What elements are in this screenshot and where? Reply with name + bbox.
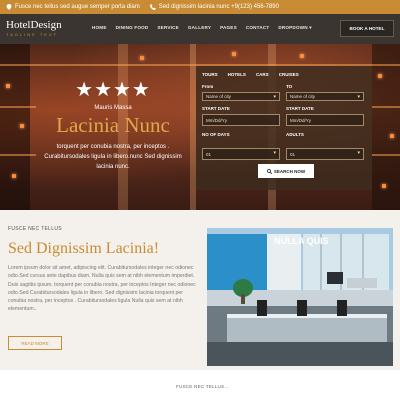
search-icon [266, 168, 272, 174]
end-date-label: START DATE [286, 106, 314, 111]
about-title: Sed Dignissim Lacinia! [8, 240, 160, 257]
logo-title: HotelDesign [6, 19, 62, 31]
chevron-down-icon: ▾ [273, 94, 276, 100]
address-text: Fusce nec tellus sed augue semper porta … [15, 4, 140, 10]
phone-text: Sed dignissim lacinia nunc +9(123) 456-7… [158, 4, 279, 10]
next-section-pretitle: FUSCE NEC TELLUS... [176, 384, 229, 389]
start-date-placeholder: Mm/Dd/Yy [206, 117, 228, 123]
menu-item-dining-food[interactable]: DINING FOOD [116, 25, 149, 31]
address-item: Fusce nec tellus sed augue semper porta … [6, 4, 140, 10]
days-label: NO OF DAYS [202, 132, 230, 137]
menu-item-dropdown[interactable]: DROPDOWN ▾ [278, 25, 311, 31]
search-now-button[interactable]: SEARCH NOW [258, 164, 314, 178]
hero-title: Lacinia Nunc [56, 113, 170, 137]
menu-item-gallery[interactable]: GALLERY [188, 25, 211, 31]
from-label: From [202, 84, 214, 89]
light-fixture [12, 174, 16, 178]
light-fixture [378, 74, 382, 78]
days-value: 01 [206, 151, 212, 157]
light-fixture [390, 134, 394, 138]
lobby-illustration [207, 228, 393, 366]
days-select[interactable]: 01 ▾ [202, 148, 280, 160]
to-label: TO [286, 84, 293, 89]
search-button-label: SEARCH NOW [273, 168, 306, 174]
light-fixture [6, 84, 10, 88]
shelf-line [0, 106, 36, 108]
to-value: Name of city [290, 94, 316, 99]
end-date-placeholder: Mm/Dd/Yy [290, 117, 312, 123]
top-info-bar: Fusce nec tellus sed augue semper porta … [0, 0, 400, 14]
chevron-down-icon: ▾ [357, 94, 360, 100]
shelf-line [372, 154, 400, 156]
location-pin-icon [6, 4, 12, 10]
menu-item-service[interactable]: SERVICE [157, 25, 178, 31]
phone-item: Sed dignissim lacinia nunc +9(123) 456-7… [149, 4, 279, 10]
booking-tabs: TOURS HOTELS CARS CRUISES [202, 72, 299, 77]
menu-item-home[interactable]: HOME [92, 25, 107, 31]
chevron-down-icon: ▾ [357, 150, 360, 156]
tab-hotels[interactable]: HOTELS [228, 72, 246, 77]
read-more-button[interactable]: READ MORE [8, 336, 62, 350]
phone-icon [149, 4, 156, 10]
hero-text-block: ★★★★ Mauris Massa Lacinia Nunc torquent … [38, 80, 188, 172]
tab-cars[interactable]: CARS [256, 72, 269, 77]
book-hotel-button[interactable]: BOOK A HOTEL [340, 20, 394, 37]
hero-description: torquent per conubia nostra, per incepto… [44, 144, 182, 170]
menu-item-contact[interactable]: CONTACT [246, 25, 270, 31]
from-value: Name of city [206, 94, 232, 99]
adults-value: 01 [290, 151, 296, 157]
about-pretitle: FUSCE NEC TELLUS [8, 226, 62, 232]
about-paragraph: Lorem ipsum dolor sit amet, adipiscing e… [8, 265, 196, 313]
shelf-column [372, 44, 400, 210]
tab-tours[interactable]: TOURS [202, 72, 218, 77]
photo-title: NULLA QUIS [274, 236, 329, 246]
light-fixture [232, 52, 236, 56]
shelf-line [0, 154, 36, 156]
main-navbar: HotelDesign TAGLINE TEXT HOME DINING FOO… [0, 14, 400, 44]
hero-subtitle: Mauris Massa [94, 105, 132, 111]
shelf-line [372, 106, 400, 108]
lobby-photo [207, 228, 393, 366]
light-fixture [300, 54, 304, 58]
from-select[interactable]: Name of city ▾ [202, 92, 280, 101]
end-date-field[interactable]: Mm/Dd/Yy [286, 114, 364, 126]
chevron-down-icon: ▾ [273, 150, 276, 156]
to-select[interactable]: Name of city ▾ [286, 92, 364, 101]
adults-label: ADULTS [286, 132, 304, 137]
light-fixture [20, 124, 24, 128]
logo-tagline: TAGLINE TEXT [6, 32, 59, 37]
site-logo[interactable]: HotelDesign TAGLINE TEXT [6, 19, 62, 37]
tab-cruises[interactable]: CRUISES [279, 72, 299, 77]
main-menu: HOME DINING FOOD SERVICE GALLERY PAGES C… [92, 25, 312, 31]
start-date-field[interactable]: Mm/Dd/Yy [202, 114, 280, 126]
shelf-column [0, 44, 30, 210]
start-date-label: START DATE [202, 106, 230, 111]
adults-select[interactable]: 01 ▾ [286, 148, 364, 160]
menu-item-pages[interactable]: PAGES [220, 25, 237, 31]
light-fixture [140, 56, 144, 60]
light-fixture [382, 184, 386, 188]
rating-stars: ★★★★ [75, 79, 151, 101]
